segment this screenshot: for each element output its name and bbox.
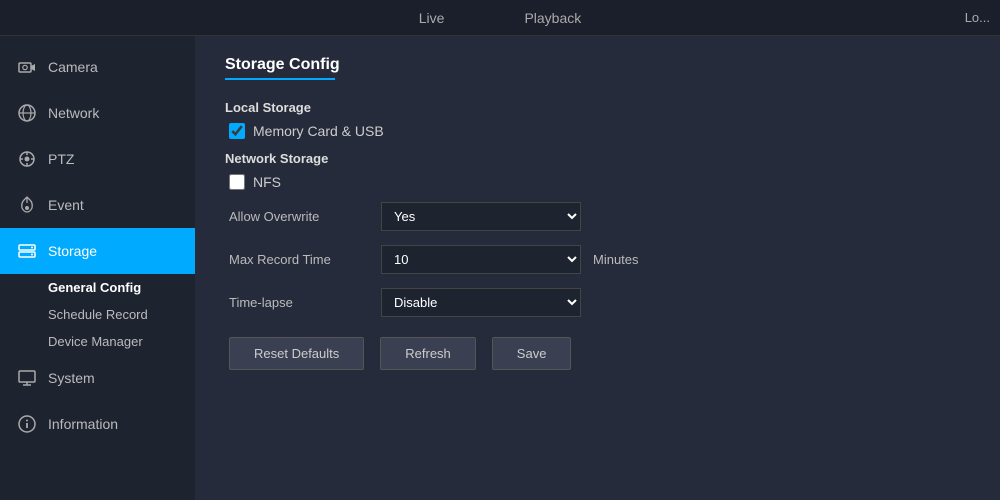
sidebar-item-label-information: Information (48, 416, 118, 432)
nav-tabs: Live Playback (409, 4, 592, 32)
tab-live[interactable]: Live (409, 4, 455, 32)
info-icon (16, 413, 38, 435)
sidebar-item-label-event: Event (48, 197, 84, 213)
nfs-row: NFS (229, 174, 970, 190)
tab-playback[interactable]: Playback (514, 4, 591, 32)
nav-right: Lo... (965, 0, 1000, 35)
sidebar-item-label-network: Network (48, 105, 99, 121)
max-record-time-select[interactable]: 5 10 15 20 30 (381, 245, 581, 274)
time-lapse-label: Time-lapse (229, 295, 369, 310)
max-record-time-label: Max Record Time (229, 252, 369, 267)
ptz-icon (16, 148, 38, 170)
network-storage-section: Network Storage NFS (225, 151, 970, 190)
local-storage-section: Local Storage Memory Card & USB (225, 100, 970, 139)
top-nav: Live Playback Lo... (0, 0, 1000, 36)
title-underline (225, 78, 335, 80)
sidebar-subitem-device-manager[interactable]: Device Manager (0, 328, 195, 355)
memory-card-usb-checkbox[interactable] (229, 123, 245, 139)
nfs-label: NFS (253, 174, 281, 190)
allow-overwrite-select[interactable]: Yes No (381, 202, 581, 231)
memory-card-usb-label: Memory Card & USB (253, 123, 384, 139)
sidebar-item-event[interactable]: Event (0, 182, 195, 228)
local-storage-label: Local Storage (225, 100, 970, 115)
allow-overwrite-row: Allow Overwrite Yes No (229, 202, 970, 231)
sidebar-item-camera[interactable]: Camera (0, 44, 195, 90)
sidebar-item-label-camera: Camera (48, 59, 98, 75)
refresh-button[interactable]: Refresh (380, 337, 476, 370)
time-lapse-row: Time-lapse Disable Enable (229, 288, 970, 317)
sidebar-subitem-schedule-record[interactable]: Schedule Record (0, 301, 195, 328)
sidebar-subitem-general-config[interactable]: General Config (0, 274, 195, 301)
network-icon (16, 102, 38, 124)
button-row: Reset Defaults Refresh Save (229, 337, 970, 370)
allow-overwrite-label: Allow Overwrite (229, 209, 369, 224)
sidebar-item-storage[interactable]: Storage (0, 228, 195, 274)
sidebar-item-label-storage: Storage (48, 243, 97, 259)
network-storage-label: Network Storage (225, 151, 970, 166)
storage-icon (16, 240, 38, 262)
sidebar-item-information[interactable]: Information (0, 401, 195, 447)
save-button[interactable]: Save (492, 337, 572, 370)
main-layout: Camera Network (0, 36, 1000, 500)
system-icon (16, 367, 38, 389)
max-record-time-unit: Minutes (593, 252, 639, 267)
sidebar: Camera Network (0, 36, 195, 500)
camera-icon (16, 56, 38, 78)
time-lapse-select[interactable]: Disable Enable (381, 288, 581, 317)
event-icon (16, 194, 38, 216)
sidebar-item-label-ptz: PTZ (48, 151, 74, 167)
content-area: Storage Config Local Storage Memory Card… (195, 36, 1000, 500)
sidebar-item-ptz[interactable]: PTZ (0, 136, 195, 182)
reset-defaults-button[interactable]: Reset Defaults (229, 337, 364, 370)
nfs-checkbox[interactable] (229, 174, 245, 190)
page-title: Storage Config (225, 56, 970, 74)
sidebar-item-network[interactable]: Network (0, 90, 195, 136)
sidebar-item-label-system: System (48, 370, 95, 386)
max-record-time-row: Max Record Time 5 10 15 20 30 Minutes (229, 245, 970, 274)
sidebar-item-system[interactable]: System (0, 355, 195, 401)
memory-card-usb-row: Memory Card & USB (229, 123, 970, 139)
